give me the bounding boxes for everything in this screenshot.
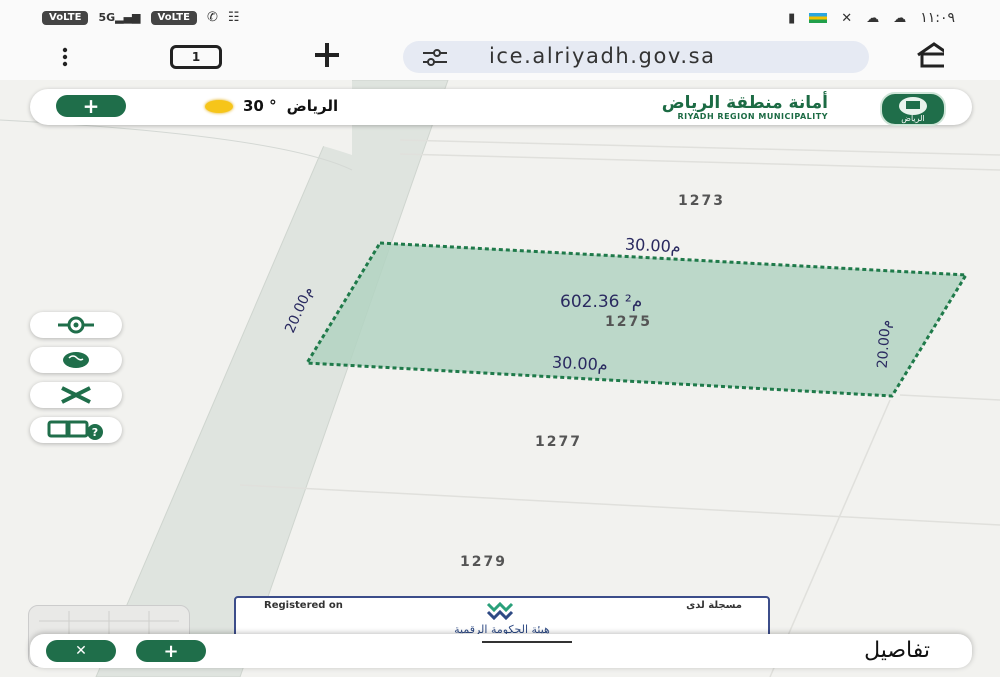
- add-details-button[interactable]: +: [136, 640, 206, 662]
- status-bar: VoLTE 5G▂▄▆ VoLTE ✆ ☷ ▮ ✕ ☁ ☁ ١١:٠٩: [0, 0, 1000, 38]
- municipality-logo-text: أمانة منطقة الرياض RIYADH REGION MUNICIP…: [662, 94, 828, 122]
- add-button[interactable]: +: [56, 94, 126, 118]
- volte-badge: VoLTE: [42, 10, 89, 25]
- details-bottom-sheet[interactable]: ✕ + تفاصيل: [30, 634, 972, 668]
- tab-count-button[interactable]: 1: [170, 45, 222, 69]
- tools-icon: [61, 386, 91, 404]
- weather-city: الرياض: [286, 97, 339, 115]
- signal-icon: 5G▂▄▆: [98, 11, 141, 24]
- weather-widget: 30 ° الرياض: [205, 97, 338, 115]
- parcel-line: [399, 139, 1000, 156]
- sun-icon: [205, 99, 233, 113]
- site-settings-icon[interactable]: [421, 47, 449, 71]
- parcel-line: [399, 153, 1000, 171]
- address-bar[interactable]: ice.alriyadh.gov.sa: [403, 41, 869, 73]
- help-layers-button[interactable]: ?: [30, 417, 122, 443]
- plot-area-label: 602.36 م²: [560, 292, 643, 312]
- svg-text:?: ?: [92, 426, 98, 439]
- parcel-line: [899, 394, 1000, 401]
- locate-button[interactable]: [30, 312, 122, 338]
- close-button[interactable]: ✕: [46, 640, 116, 662]
- network-badge: 5G: [98, 11, 116, 24]
- tools-button[interactable]: [30, 382, 122, 408]
- dga-logo-icon: [486, 601, 514, 620]
- flag-icon: [809, 13, 828, 23]
- plot-number-1275[interactable]: 1275: [605, 314, 652, 330]
- details-title: تفاصيل: [864, 638, 930, 663]
- globe-button[interactable]: [30, 347, 122, 373]
- home-icon[interactable]: [914, 40, 944, 70]
- battery-icon: ▮: [788, 10, 796, 26]
- plot-number-1279[interactable]: 1279: [460, 554, 507, 570]
- status-left: VoLTE 5G▂▄▆ VoLTE ✆ ☷: [42, 10, 240, 25]
- help-layers-icon: ?: [47, 420, 103, 440]
- globe-icon: [63, 352, 89, 368]
- map-canvas[interactable]: 1273 1275 1277 1279 602.36 م² 30.00م 30.…: [0, 80, 1000, 677]
- registered-on-label-ar: مسجلة لدى: [686, 600, 742, 611]
- url-text: ice.alriyadh.gov.sa: [489, 44, 716, 68]
- status-right: ▮ ✕ ☁ ☁ ١١:٠٩: [788, 10, 955, 26]
- plot-number-1277[interactable]: 1277: [535, 434, 582, 450]
- plot-number-1273[interactable]: 1273: [678, 193, 725, 209]
- app-header: + 30 ° الرياض أمانة منطقة الرياض RIYADH …: [30, 89, 972, 126]
- chat-icon: ☷: [227, 10, 240, 25]
- logo-english: RIYADH REGION MUNICIPALITY: [677, 112, 828, 121]
- weather-temp: 30 °: [243, 97, 277, 115]
- svg-text:الرياض: الرياض: [901, 114, 924, 123]
- seal-emblem-icon: الرياض: [899, 97, 927, 123]
- sheet-drag-handle[interactable]: [482, 641, 572, 643]
- whatsapp-icon: ✆: [206, 10, 218, 25]
- parcel-line: [239, 484, 1000, 526]
- clock-time: ١١:٠٩: [920, 10, 955, 26]
- snapchat-icon-2: ☁: [893, 10, 907, 26]
- parcel-map: [0, 80, 1000, 677]
- volte-badge-2: VoLTE: [150, 10, 197, 25]
- new-tab-icon[interactable]: [312, 40, 342, 70]
- top-dimension-label: 30.00م: [624, 234, 682, 257]
- street-band: [95, 80, 449, 677]
- municipality-seal: الرياض: [880, 92, 946, 126]
- logo-arabic: أمانة منطقة الرياض: [661, 93, 828, 113]
- more-menu-icon[interactable]: [50, 42, 80, 72]
- bottom-dimension-label: 30.00م: [551, 352, 609, 375]
- registered-on-label: Registered on: [264, 600, 343, 611]
- snapchat-icon: ☁: [866, 10, 880, 26]
- right-dimension-label: 20.00م: [874, 319, 895, 369]
- x-social-icon: ✕: [841, 10, 853, 26]
- locate-icon: [58, 316, 94, 334]
